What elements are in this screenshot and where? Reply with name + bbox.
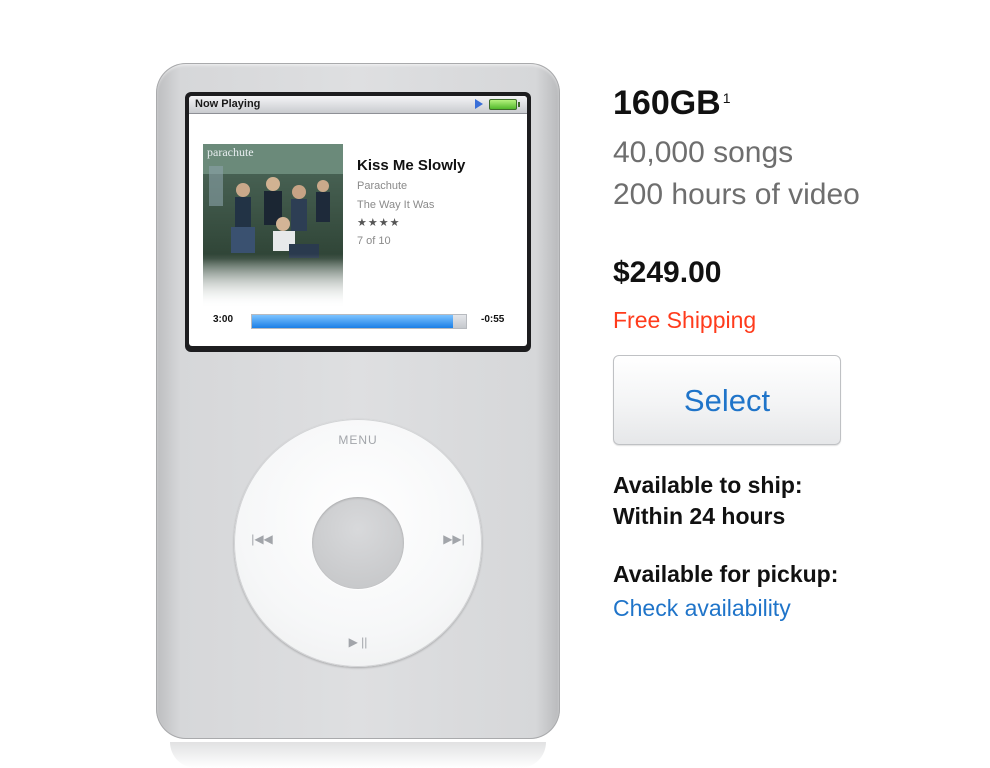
song-capacity: 40,000 songs: [613, 136, 794, 169]
check-availability-link[interactable]: Check availability: [613, 595, 791, 622]
track-position: 7 of 10: [357, 235, 391, 247]
now-playing-title: Now Playing: [195, 98, 261, 110]
free-shipping-label: Free Shipping: [613, 307, 757, 333]
click-wheel: MENU |◀◀ ▶▶| ▶ ||: [234, 419, 482, 667]
wheel-menu-label: MENU: [338, 433, 378, 447]
ipod-reflection: [170, 742, 546, 768]
previous-track-icon: |◀◀: [251, 532, 273, 546]
ship-time-value: Within 24 hours: [613, 503, 786, 529]
time-remaining: -0:55: [481, 314, 505, 325]
play-pause-icon: ▶ ||: [348, 635, 368, 649]
video-capacity: 200 hours of video: [613, 178, 860, 211]
ipod-product-image: Now Playing parachute Kiss Me Slowly Par…: [156, 63, 560, 739]
ipod-screen-frame: Now Playing parachute Kiss Me Slowly Par…: [185, 92, 531, 352]
ipod-screen: Now Playing parachute Kiss Me Slowly Par…: [189, 96, 527, 346]
product-capacity: 160GB 1: [613, 84, 731, 123]
next-track-icon: ▶▶|: [443, 532, 465, 546]
available-for-pickup-label: Available for pickup:: [613, 561, 839, 587]
available-to-ship-label: Available to ship:: [613, 472, 803, 498]
wheel-center-button: [312, 497, 404, 589]
capacity-footnote: 1: [722, 90, 731, 106]
screen-status-bar: Now Playing: [189, 96, 527, 114]
track-album: The Way It Was: [357, 199, 435, 211]
track-title: Kiss Me Slowly: [357, 157, 466, 174]
album-art-text: parachute: [207, 145, 254, 159]
playback-progress-fill: [252, 315, 454, 328]
album-art: parachute: [203, 144, 343, 308]
product-price: $249.00: [613, 256, 722, 289]
track-rating: ★★★★: [357, 217, 401, 229]
battery-icon: [489, 99, 520, 110]
select-button[interactable]: Select: [613, 355, 841, 445]
track-artist: Parachute: [357, 180, 408, 192]
capacity-value: 160GB: [613, 84, 721, 122]
play-indicator-icon: [475, 99, 483, 109]
time-elapsed: 3:00: [213, 314, 234, 325]
playback-progress-bar: [251, 314, 467, 329]
